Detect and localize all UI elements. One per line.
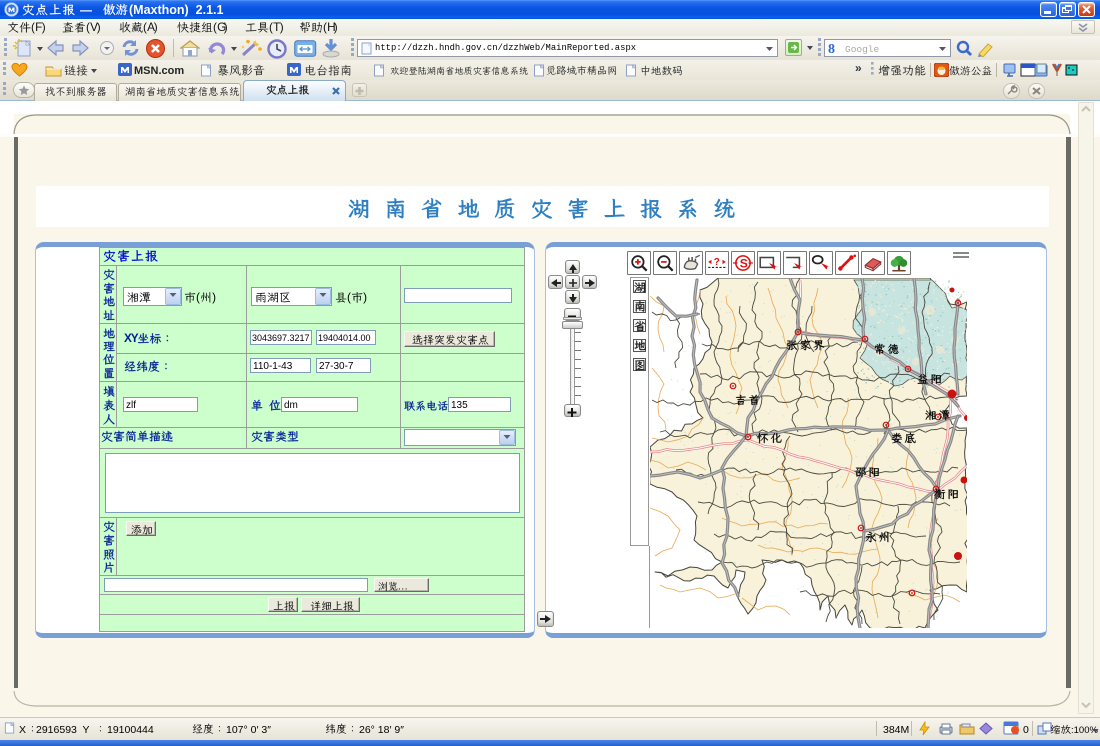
svg-text:(: ( — [347, 290, 351, 304]
svg-text:.: . — [398, 581, 401, 592]
svg-text:): ) — [280, 20, 284, 34]
svg-text:S: S — [740, 256, 748, 270]
svg-text:): ) — [224, 20, 228, 34]
svg-text:): ) — [334, 20, 338, 34]
svg-text:): ) — [42, 20, 46, 34]
svg-text:): ) — [97, 20, 101, 34]
svg-text:(: ( — [196, 290, 200, 304]
svg-text:.: . — [404, 581, 407, 592]
svg-text:8: 8 — [828, 42, 835, 56]
svg-text:?: ? — [714, 257, 720, 268]
svg-text:Y: Y — [131, 331, 139, 345]
svg-text:.: . — [401, 581, 404, 592]
svg-text:): ) — [212, 290, 216, 304]
svg-text:): ) — [154, 20, 158, 34]
svg-text:): ) — [363, 290, 367, 304]
